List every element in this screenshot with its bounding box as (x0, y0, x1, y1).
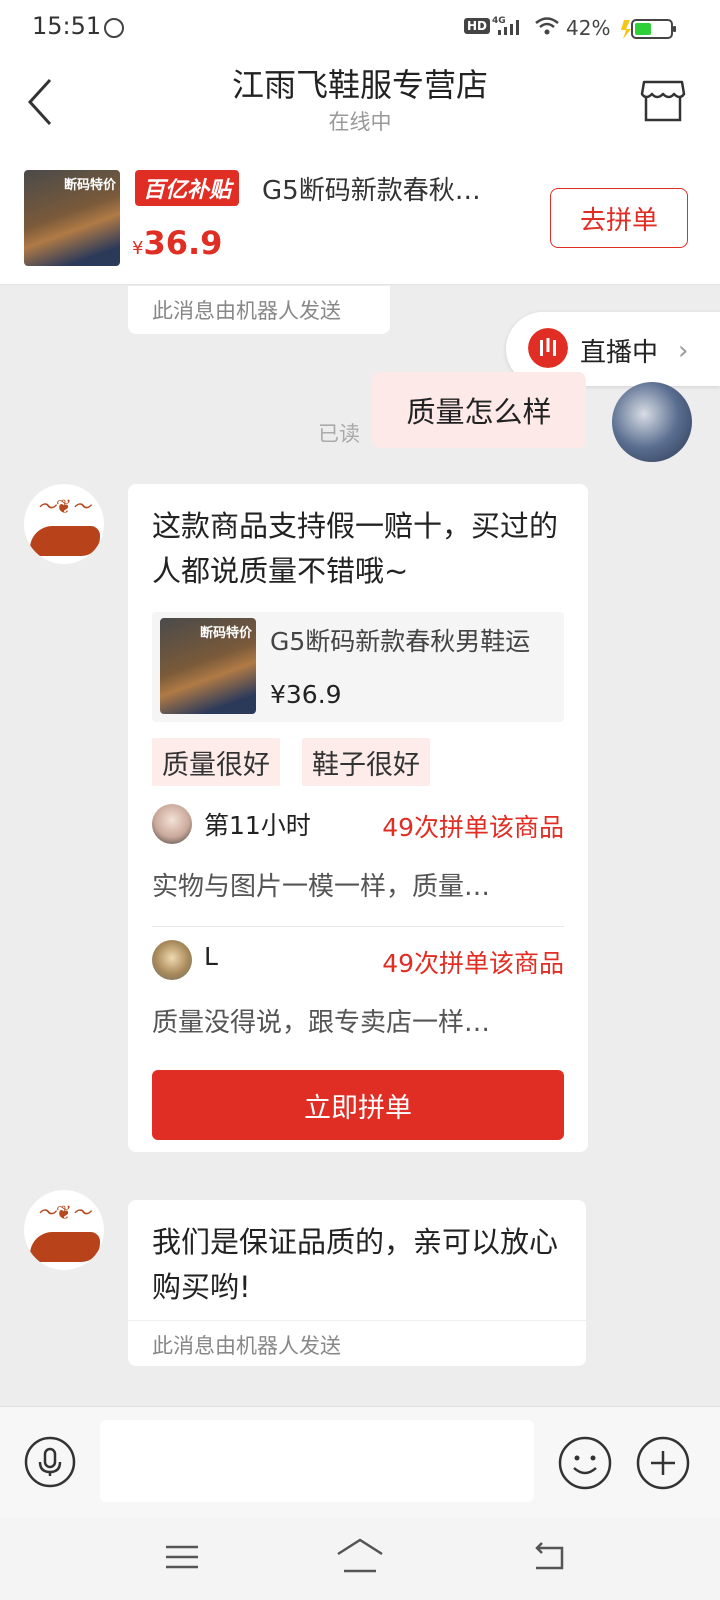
store-icon[interactable] (640, 78, 686, 124)
price-value: 36.9 (143, 224, 223, 262)
inner-product-thumbnail[interactable]: 断码特价 (160, 618, 256, 714)
currency-symbol: ¥ (132, 238, 144, 259)
my-message-bubble: 质量怎么样 (372, 372, 586, 448)
thumb-tag: 断码特价 (63, 178, 116, 193)
wifi-icon (535, 17, 559, 35)
data-saver-icon (104, 18, 124, 38)
reviewer-purchase-count: 49次拼单该商品 (382, 949, 564, 978)
online-status: 在线中 (328, 110, 392, 134)
reviewer-name: 第11小时 (204, 811, 311, 840)
inner-product-title[interactable]: G5断码新款春秋男鞋运 (270, 622, 530, 658)
network-type-label: 4G (492, 16, 506, 26)
emoji-icon[interactable] (558, 1436, 612, 1490)
microphone-icon[interactable] (24, 1436, 76, 1488)
store-logo-shoe (30, 1232, 100, 1262)
review-tag[interactable]: 质量很好 (152, 738, 280, 786)
store-logo-shoe (30, 526, 100, 556)
inner-product-price: ¥36.9 (270, 680, 342, 709)
message-input[interactable] (100, 1420, 534, 1502)
back-nav-icon[interactable] (530, 1542, 566, 1572)
live-label: 直播中 (580, 338, 659, 368)
review-text[interactable]: 实物与图片一模一样，质量… (152, 866, 490, 903)
chevron-right-icon: › (678, 336, 689, 366)
card-message-text: 这款商品支持假一赔十，买过的人都说质量不错哦~ (152, 509, 559, 588)
store-title: 江雨飞鞋服专营店 (231, 66, 488, 104)
store-avatar[interactable]: 〜❦〜 (24, 484, 104, 564)
review-text[interactable]: 质量没得说，跟专卖店一样… (152, 1002, 490, 1039)
robot-note: 此消息由机器人发送 (128, 286, 390, 334)
menu-icon[interactable] (164, 1542, 200, 1572)
review-tag[interactable]: 鞋子很好 (302, 738, 430, 786)
divider (128, 1320, 586, 1321)
store-logo-mark: 〜❦〜 (37, 496, 91, 518)
product-thumbnail[interactable]: 断码特价 (24, 170, 120, 266)
plus-icon[interactable] (636, 1436, 690, 1490)
reviewer-purchase-count: 49次拼单该商品 (382, 813, 564, 842)
reviewer-avatar (152, 804, 192, 844)
divider (152, 926, 564, 927)
battery-icon (621, 19, 676, 39)
product-title[interactable]: G5断码新款春秋… (262, 170, 481, 207)
store-logo-mark: 〜❦〜 (37, 1202, 91, 1224)
thumb-tag: 断码特价 (199, 626, 252, 641)
product-price: ¥36.9 (132, 224, 222, 262)
reply-message-text: 我们是保证品质的，亲可以放心购买哟! (152, 1225, 559, 1304)
my-avatar[interactable] (612, 382, 692, 462)
signal-icon: 4G (492, 16, 519, 35)
buy-now-button[interactable]: 立即拼单 (152, 1070, 564, 1140)
subsidy-badge: 百亿补贴 (135, 170, 240, 206)
live-icon (528, 328, 568, 368)
reviewer-name: L (204, 942, 218, 971)
status-time: 15:51 (32, 12, 102, 40)
hd-icon: HD (464, 18, 491, 34)
home-icon[interactable] (336, 1538, 384, 1574)
reviewer-avatar (152, 940, 192, 980)
group-buy-button[interactable]: 去拼单 (550, 188, 688, 248)
store-avatar[interactable]: 〜❦〜 (24, 1190, 104, 1270)
robot-note: 此消息由机器人发送 (152, 1334, 341, 1358)
read-status: 已读 (318, 422, 360, 446)
battery-percent: 42% (566, 16, 611, 40)
